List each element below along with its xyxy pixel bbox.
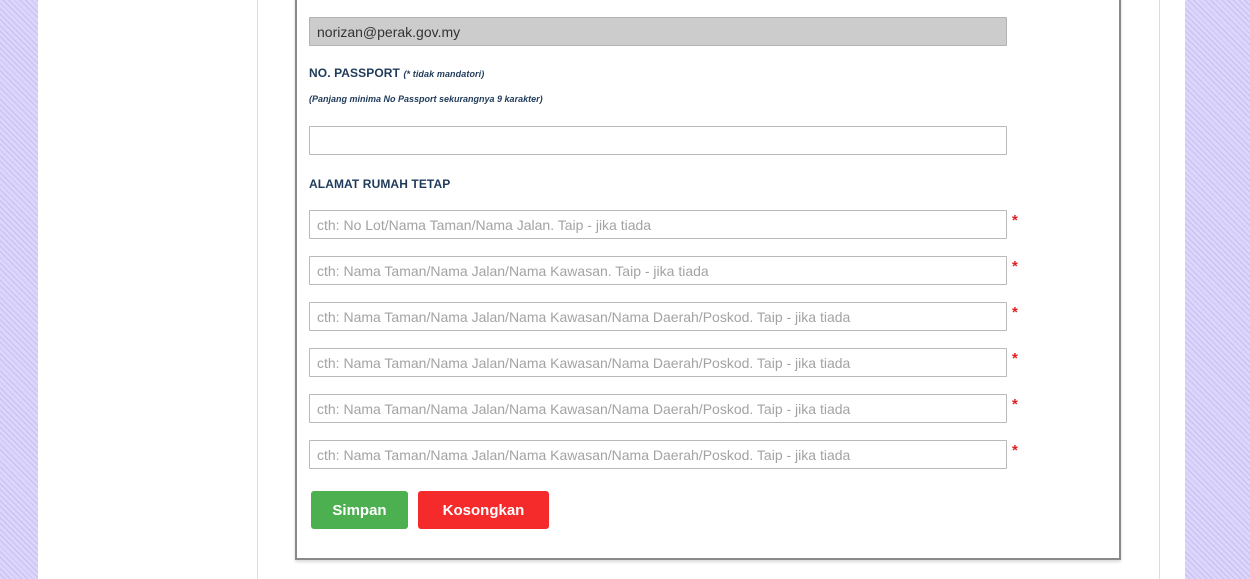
passport-label-text: NO. PASSPORT [309, 66, 400, 80]
content-right-border [1159, 0, 1160, 579]
address-line-3-input[interactable] [309, 302, 1007, 331]
passport-min-length-hint: (Panjang minima No Passport sekurangnya … [309, 94, 543, 104]
required-asterisk: * [1012, 350, 1018, 367]
required-asterisk: * [1012, 442, 1018, 459]
passport-input[interactable] [309, 126, 1007, 155]
required-asterisk: * [1012, 258, 1018, 275]
passport-optional-note: (* tidak mandatori) [403, 69, 485, 79]
address-line-5-input[interactable] [309, 394, 1007, 423]
email-field[interactable] [309, 17, 1007, 46]
address-line-6-input[interactable] [309, 440, 1007, 469]
passport-label: NO. PASSPORT (* tidak mandatori) [309, 66, 484, 80]
required-asterisk: * [1012, 304, 1018, 321]
save-button[interactable]: Simpan [311, 491, 408, 529]
address-line-4-input[interactable] [309, 348, 1007, 377]
address-label: ALAMAT RUMAH TETAP [309, 177, 451, 191]
required-asterisk: * [1012, 212, 1018, 229]
content-left-border [257, 0, 258, 579]
right-decorative-stripe [1185, 0, 1250, 579]
clear-button[interactable]: Kosongkan [418, 491, 549, 529]
required-asterisk: * [1012, 396, 1018, 413]
left-decorative-stripe [0, 0, 38, 579]
address-line-2-input[interactable] [309, 256, 1007, 285]
address-line-1-input[interactable] [309, 210, 1007, 239]
